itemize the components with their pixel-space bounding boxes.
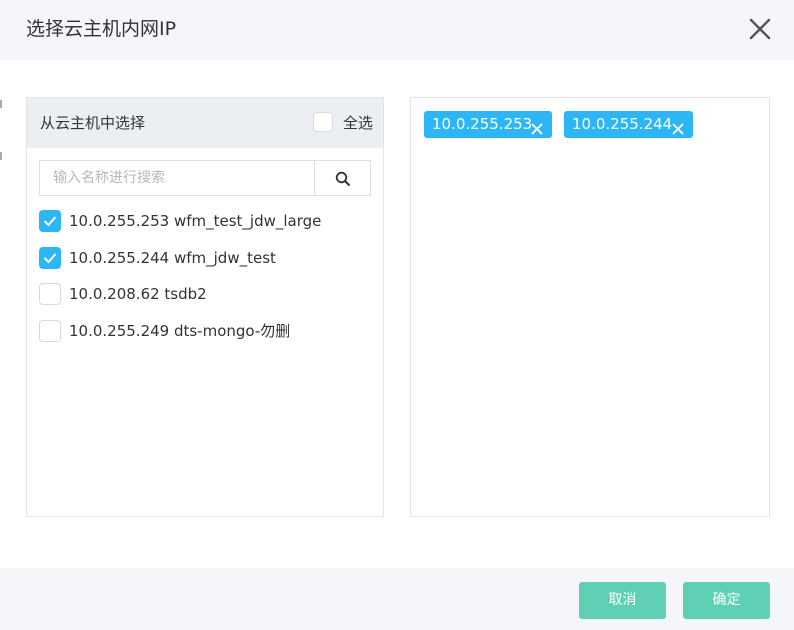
- selected-ip-tag-label: 10.0.255.253: [432, 115, 533, 133]
- search-box: [39, 160, 371, 196]
- remove-tag-button[interactable]: [671, 118, 685, 135]
- vm-list: 10.0.255.253 wfm_test_jdw_large 10.0.255…: [39, 208, 379, 354]
- selected-ip-tag: 10.0.255.244: [564, 111, 693, 138]
- edge-marker: [0, 100, 2, 108]
- close-icon: [672, 123, 684, 135]
- vm-checkbox-checked[interactable]: [39, 246, 61, 269]
- search-button[interactable]: [314, 161, 370, 195]
- selected-ip-panel: 10.0.255.253 10.0.255.244: [410, 97, 770, 517]
- vm-list-item[interactable]: 10.0.208.62 tsdb2: [39, 281, 379, 318]
- close-button[interactable]: [745, 14, 775, 44]
- select-all-box[interactable]: [313, 112, 333, 132]
- dialog-footer: 取消 确定: [0, 568, 794, 630]
- check-icon: [43, 216, 57, 227]
- vm-list-item[interactable]: 10.0.255.249 dts-mongo-勿删: [39, 318, 379, 355]
- edge-marker: [0, 152, 2, 160]
- search-input[interactable]: [40, 161, 314, 195]
- confirm-button[interactable]: 确定: [683, 582, 770, 619]
- dialog-title: 选择云主机内网IP: [26, 18, 177, 40]
- close-icon: [749, 18, 771, 40]
- vm-item-label: 10.0.255.253 wfm_test_jdw_large: [69, 212, 322, 230]
- vm-list-item[interactable]: 10.0.255.244 wfm_jdw_test: [39, 245, 379, 282]
- search-icon: [335, 171, 350, 186]
- vm-source-panel-header: 从云主机中选择 全选: [27, 98, 383, 148]
- vm-checkbox-unchecked[interactable]: [39, 283, 61, 305]
- select-all-label: 全选: [343, 114, 374, 132]
- dialog-header: 选择云主机内网IP: [0, 0, 794, 60]
- selected-ip-tag-label: 10.0.255.244: [572, 115, 673, 133]
- vm-checkbox-checked[interactable]: [39, 210, 61, 232]
- close-icon: [531, 123, 543, 135]
- vm-item-label: 10.0.255.249 dts-mongo-勿删: [69, 321, 291, 340]
- vm-checkbox-unchecked[interactable]: [39, 319, 61, 342]
- vm-list-item[interactable]: 10.0.255.253 wfm_test_jdw_large: [39, 208, 379, 245]
- check-icon: [43, 252, 57, 263]
- cancel-button[interactable]: 取消: [579, 582, 666, 619]
- vm-item-label: 10.0.208.62 tsdb2: [69, 285, 207, 303]
- vm-source-panel: 从云主机中选择 全选 10.0.25: [26, 97, 384, 517]
- vm-item-label: 10.0.255.244 wfm_jdw_test: [69, 248, 276, 267]
- vm-source-panel-title: 从云主机中选择: [40, 114, 146, 132]
- select-vm-ip-dialog: 选择云主机内网IP 从云主机中选择 全选 输入名称进行搜索 10.0.255.2…: [0, 0, 794, 630]
- selected-ip-tag: 10.0.255.253: [424, 111, 552, 138]
- remove-tag-button[interactable]: [530, 118, 544, 135]
